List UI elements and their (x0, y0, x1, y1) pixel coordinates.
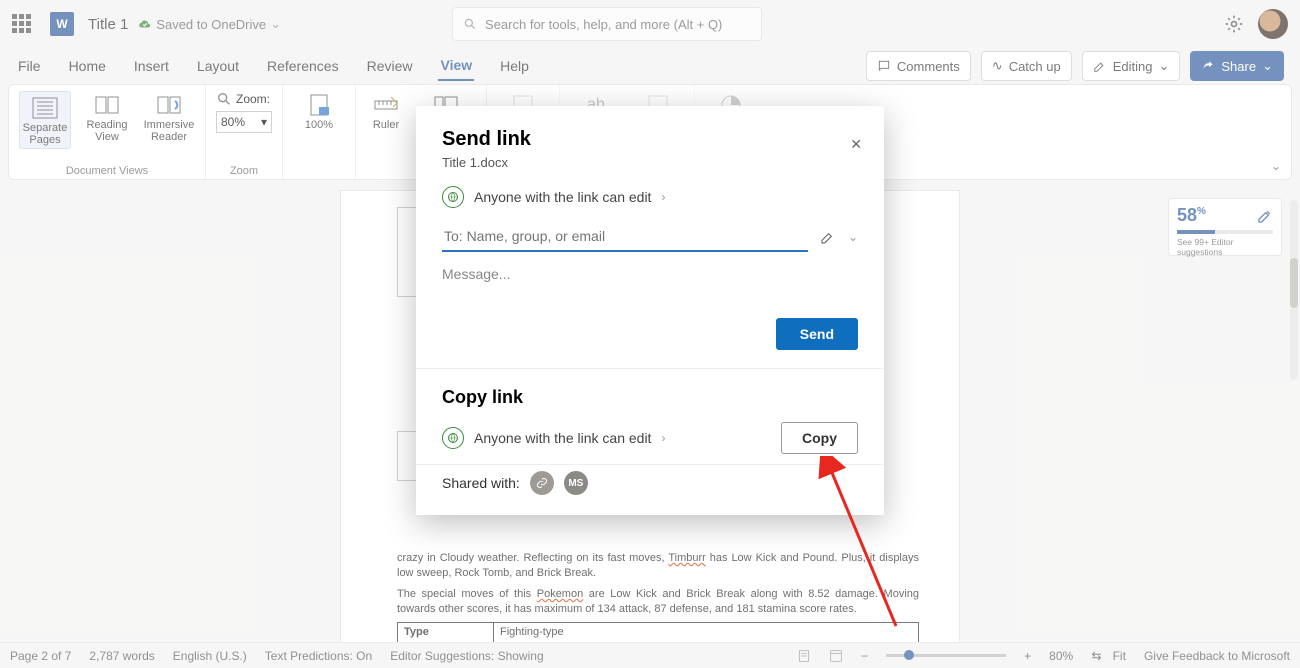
shared-with-label: Shared with: (442, 475, 520, 491)
dialog-title: Send link (416, 106, 884, 151)
dialog-filename: Title 1.docx (416, 151, 884, 180)
chevron-down-icon[interactable]: ⌄ (848, 230, 858, 244)
send-button[interactable]: Send (776, 318, 858, 350)
globe-icon (442, 186, 464, 208)
chevron-right-icon: › (661, 190, 665, 204)
link-permission-row[interactable]: Anyone with the link can edit › (416, 180, 884, 214)
shared-link-badge[interactable] (530, 471, 554, 495)
shared-user-badge[interactable]: MS (564, 471, 588, 495)
send-link-dialog: Send link Title 1.docx ✕ Anyone with the… (416, 106, 884, 515)
globe-icon (442, 427, 464, 449)
copy-link-title: Copy link (416, 369, 884, 412)
close-icon[interactable]: ✕ (850, 136, 862, 153)
chevron-right-icon: › (661, 431, 665, 445)
copy-permission-row[interactable]: Anyone with the link can edit › (442, 427, 665, 449)
copy-permission-text: Anyone with the link can edit (474, 430, 651, 446)
recipients-input[interactable] (442, 222, 808, 252)
copy-button[interactable]: Copy (781, 422, 858, 454)
permission-text: Anyone with the link can edit (474, 189, 651, 205)
message-input[interactable]: Message... (442, 266, 858, 282)
pencil-icon[interactable] (820, 229, 836, 245)
shared-with-row: Shared with: MS (416, 465, 884, 501)
